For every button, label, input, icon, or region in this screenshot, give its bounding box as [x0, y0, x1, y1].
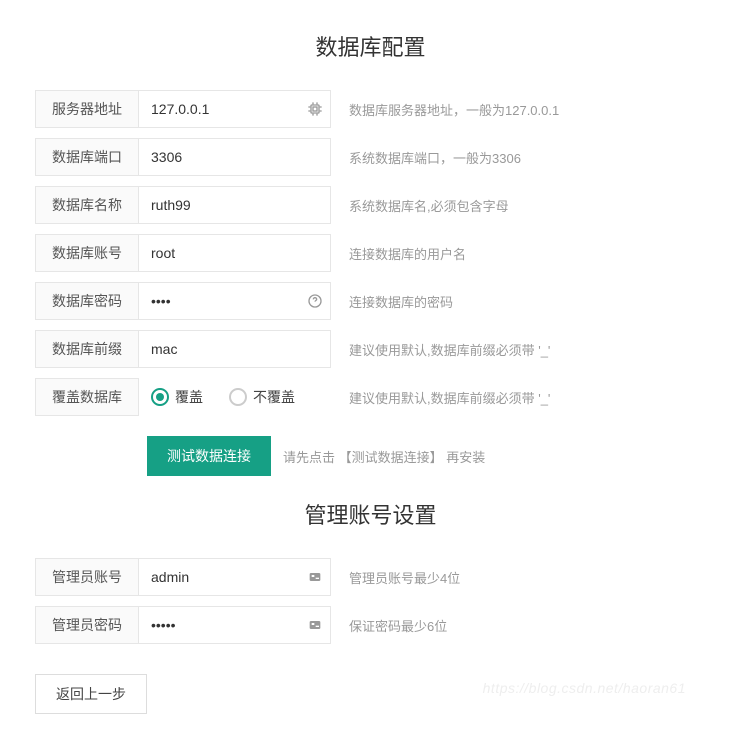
prefix-input[interactable] — [139, 330, 331, 368]
dbuser-input[interactable] — [139, 234, 331, 272]
admin-pass-label: 管理员密码 — [35, 606, 139, 644]
server-hint: 数据库服务器地址，一般为127.0.0.1 — [349, 100, 706, 119]
cover-radio-no[interactable]: 不覆盖 — [229, 387, 295, 407]
radio-unchecked-icon — [229, 388, 247, 406]
test-connection-button[interactable]: 测试数据连接 — [147, 436, 271, 476]
dbpass-input[interactable] — [139, 282, 331, 320]
radio-checked-icon — [151, 388, 169, 406]
test-hint: 请先点击 【测试数据连接】 再安装 — [283, 447, 706, 466]
server-input[interactable] — [139, 90, 331, 128]
dbuser-hint: 连接数据库的用户名 — [349, 244, 706, 263]
watermark: https://blog.csdn.net/haoran61 — [483, 680, 686, 696]
back-button[interactable]: 返回上一步 — [35, 674, 147, 714]
admin-user-input[interactable] — [139, 558, 331, 596]
chip-icon — [307, 101, 323, 117]
admin-pass-hint: 保证密码最少6位 — [349, 616, 706, 635]
port-label: 数据库端口 — [35, 138, 139, 176]
badge-icon — [307, 617, 323, 633]
cover-label: 覆盖数据库 — [35, 378, 139, 416]
cover-yes-label: 覆盖 — [175, 387, 203, 407]
help-circle-icon — [307, 293, 323, 309]
admin-user-hint: 管理员账号最少4位 — [349, 568, 706, 587]
dbname-label: 数据库名称 — [35, 186, 139, 224]
server-label: 服务器地址 — [35, 90, 139, 128]
prefix-label: 数据库前缀 — [35, 330, 139, 368]
db-config-title: 数据库配置 — [35, 30, 706, 62]
cover-hint: 建议使用默认,数据库前缀必须带 '_' — [349, 388, 706, 407]
admin-title: 管理账号设置 — [35, 498, 706, 530]
admin-user-label: 管理员账号 — [35, 558, 139, 596]
dbpass-label: 数据库密码 — [35, 282, 139, 320]
cover-no-label: 不覆盖 — [253, 387, 295, 407]
dbname-input[interactable] — [139, 186, 331, 224]
badge-icon — [307, 569, 323, 585]
prefix-hint: 建议使用默认,数据库前缀必须带 '_' — [349, 340, 706, 359]
cover-radio-yes[interactable]: 覆盖 — [151, 387, 203, 407]
admin-pass-input[interactable] — [139, 606, 331, 644]
port-hint: 系统数据库端口，一般为3306 — [349, 148, 706, 167]
dbpass-hint: 连接数据库的密码 — [349, 292, 706, 311]
dbuser-label: 数据库账号 — [35, 234, 139, 272]
port-input[interactable] — [139, 138, 331, 176]
dbname-hint: 系统数据库名,必须包含字母 — [349, 196, 706, 215]
